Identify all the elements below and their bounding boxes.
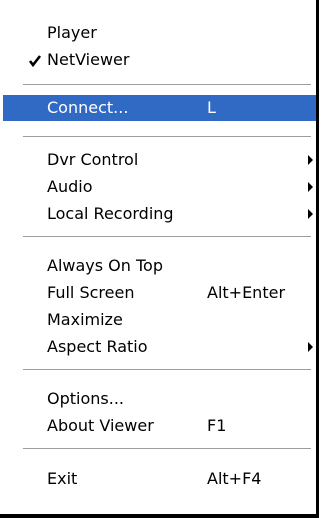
- menu-item-exit[interactable]: Exit Alt+F4: [3, 466, 316, 492]
- menu-separator: [23, 448, 311, 450]
- menu-item-about-viewer[interactable]: About Viewer F1: [3, 413, 316, 439]
- menu-item-netviewer[interactable]: NetViewer: [3, 47, 316, 73]
- menu-item-label: Options...: [47, 389, 124, 408]
- menu-item-options[interactable]: Options...: [3, 386, 316, 412]
- menu-item-player[interactable]: Player: [3, 20, 316, 46]
- menu-item-label: Full Screen: [47, 283, 135, 302]
- menu-item-aspect-ratio[interactable]: Aspect Ratio: [3, 334, 316, 360]
- menu-item-full-screen[interactable]: Full Screen Alt+Enter: [3, 280, 316, 306]
- menu-item-label: Connect...: [47, 98, 129, 117]
- menu-item-local-recording[interactable]: Local Recording: [3, 201, 316, 227]
- menu-item-label: Local Recording: [47, 204, 174, 223]
- menu-item-always-on-top[interactable]: Always On Top: [3, 253, 316, 279]
- submenu-arrow-icon: [308, 209, 313, 219]
- menu-item-label: Always On Top: [47, 256, 163, 275]
- menu-item-label: About Viewer: [47, 416, 154, 435]
- menu-item-label: NetViewer: [47, 50, 130, 69]
- menu-separator: [23, 136, 311, 138]
- check-icon: [27, 47, 43, 73]
- menu-item-label: Audio: [47, 177, 93, 196]
- menu-item-dvr-control[interactable]: Dvr Control: [3, 147, 316, 173]
- menu-item-connect[interactable]: Connect... L: [3, 95, 316, 121]
- menu-item-shortcut: L: [207, 98, 216, 117]
- menu-item-label: Maximize: [47, 310, 123, 329]
- menu-item-audio[interactable]: Audio: [3, 174, 316, 200]
- menu-item-label: Player: [47, 23, 97, 42]
- menu-item-shortcut: Alt+F4: [207, 469, 262, 488]
- menu-item-shortcut: Alt+Enter: [207, 283, 286, 302]
- menu-separator: [23, 236, 311, 238]
- menu-item-label: Aspect Ratio: [47, 337, 148, 356]
- menu-item-maximize[interactable]: Maximize: [3, 307, 316, 333]
- menu-separator: [23, 369, 311, 371]
- menu-item-label: Dvr Control: [47, 150, 139, 169]
- submenu-arrow-icon: [308, 182, 313, 192]
- context-menu: Player NetViewer Connect... L Dvr Contro…: [0, 0, 319, 518]
- menu-item-shortcut: F1: [207, 416, 227, 435]
- submenu-arrow-icon: [308, 155, 313, 165]
- submenu-arrow-icon: [308, 342, 313, 352]
- menu-item-label: Exit: [47, 469, 78, 488]
- menu-separator: [23, 84, 311, 86]
